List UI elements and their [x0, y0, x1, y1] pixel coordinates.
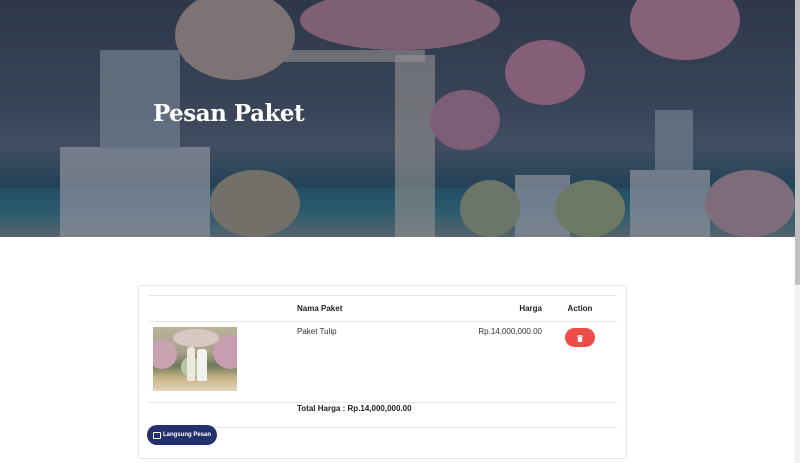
scrollbar-thumb[interactable]: [795, 0, 800, 285]
package-thumbnail: [153, 327, 237, 391]
column-header-action: Action: [543, 295, 617, 322]
trash-icon: [577, 335, 583, 342]
table-row: Paket Tulip Rp.14,000,000.00: [148, 321, 617, 403]
column-header-image: [148, 295, 296, 322]
hero-banner: Pesan Paket: [0, 0, 795, 237]
page-title: Pesan Paket: [153, 100, 305, 127]
order-now-label: Langsung Pesan: [163, 432, 212, 438]
action-cell: [543, 321, 617, 403]
order-now-button[interactable]: Langsung Pesan: [147, 425, 217, 445]
page-scrollbar[interactable]: [795, 0, 800, 463]
package-image-cell: [148, 321, 296, 403]
hero-overlay: [0, 0, 795, 237]
cart-table: Nama Paket Harga Action Paket Tulip Rp.1…: [148, 295, 617, 428]
check-square-icon: [153, 431, 161, 439]
table-header-row: Nama Paket Harga Action: [148, 295, 617, 322]
total-price: Total Harga : Rp.14,000,000.00: [296, 402, 617, 428]
column-header-price: Harga: [448, 295, 543, 322]
delete-item-button[interactable]: [565, 328, 595, 347]
package-name: Paket Tulip: [296, 321, 448, 403]
cart-card: Nama Paket Harga Action Paket Tulip Rp.1…: [138, 285, 627, 459]
package-price: Rp.14,000,000.00: [448, 321, 543, 403]
column-header-name: Nama Paket: [296, 295, 448, 322]
total-row: Total Harga : Rp.14,000,000.00: [148, 402, 617, 428]
